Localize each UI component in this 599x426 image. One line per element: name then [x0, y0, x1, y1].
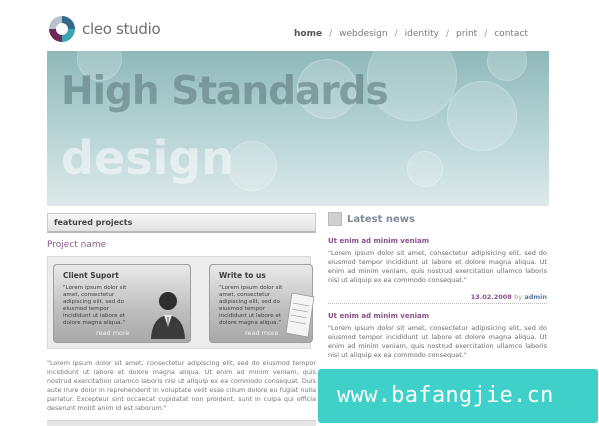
- card-text: "Lorem ipsum dolor sit amet, consectetur…: [63, 285, 127, 326]
- nav-item-home[interactable]: home: [294, 29, 322, 39]
- project-name-link[interactable]: Project name: [47, 240, 106, 250]
- latest-news-title: Latest news: [347, 214, 415, 225]
- nav-item-identity[interactable]: identity: [405, 29, 439, 39]
- hero-banner: High Standards design: [47, 51, 549, 206]
- main-nav: home / webdesign / identity / print / co…: [294, 27, 528, 41]
- news-divider: [328, 303, 547, 304]
- nav-item-contact[interactable]: contact: [494, 29, 528, 39]
- nav-item-webdesign[interactable]: webdesign: [339, 29, 387, 39]
- news-item-title[interactable]: Ut enim ad minim veniam: [328, 312, 429, 320]
- watermark-text: www.bafangjie.cn: [337, 383, 554, 408]
- news-item-title[interactable]: Ut enim ad minim veniam: [328, 237, 429, 245]
- brand-name[interactable]: cleo studio: [82, 20, 161, 38]
- news-item-text: "Lorem ipsum dolor sit amet, consectetur…: [328, 324, 547, 359]
- section-footer-bar: [47, 420, 316, 426]
- latest-news-header: Latest news: [328, 212, 548, 232]
- nav-separator: /: [329, 29, 333, 39]
- news-author-link[interactable]: admin: [524, 293, 547, 301]
- banner-bubble: [487, 51, 527, 81]
- card-title: Client Suport: [63, 271, 119, 280]
- nav-separator: /: [445, 29, 450, 39]
- news-by-label: by: [514, 293, 523, 301]
- featured-panel: Client Suport "Lorem ipsum dolor sit ame…: [47, 256, 315, 349]
- banner-bubble: [407, 151, 443, 187]
- user-avatar-icon: [151, 292, 185, 339]
- project-description: "Lorem ipsum dolor sit amet, consectetur…: [47, 359, 316, 412]
- nav-separator: /: [484, 29, 488, 39]
- news-square-icon: [328, 212, 342, 226]
- featured-projects-title: featured projects: [54, 218, 133, 227]
- banner-bubble: [447, 81, 517, 151]
- write-to-us-card[interactable]: Write to us "Lorem ipsum dolor sit amet,…: [209, 264, 315, 343]
- news-date: 13.02.2008: [470, 293, 512, 301]
- nav-item-print[interactable]: print: [456, 29, 477, 39]
- news-item-text: "Lorem ipsum dolor sit amet, consectetur…: [328, 249, 547, 284]
- banner-headline: High Standards: [61, 69, 389, 114]
- card-title: Write to us: [219, 271, 266, 280]
- news-item-meta: 13.02.2008 by admin: [328, 293, 547, 301]
- watermark-banner: www.bafangjie.cn: [318, 369, 598, 423]
- client-support-card[interactable]: Client Suport "Lorem ipsum dolor sit ame…: [53, 264, 191, 343]
- read-more-link[interactable]: read more: [245, 329, 279, 337]
- letter-document-icon: [285, 292, 315, 338]
- nav-separator: /: [394, 29, 398, 39]
- banner-bubble: [227, 141, 277, 191]
- card-text: "Lorem ipsum dolor sit amet, consectetur…: [219, 285, 283, 326]
- brand-logo-icon[interactable]: [47, 14, 77, 44]
- read-more-link[interactable]: read more: [96, 329, 130, 337]
- featured-projects-header: featured projects: [47, 213, 316, 233]
- banner-subheadline: design: [61, 131, 234, 185]
